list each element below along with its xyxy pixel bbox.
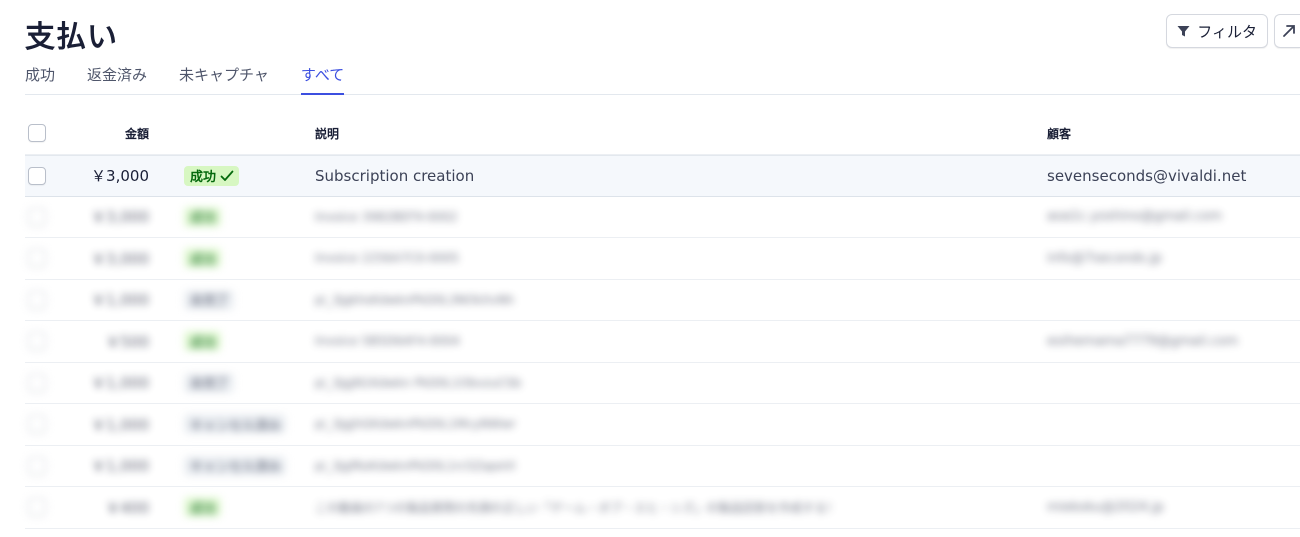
tab-refunded[interactable]: 返金済み [87, 60, 147, 95]
header-amount[interactable]: 金額 [125, 125, 149, 142]
header-customer[interactable]: 顧客 [1047, 125, 1071, 142]
tab-uncaptured[interactable]: 未キャプチャ [179, 60, 269, 95]
row-checkbox[interactable] [28, 373, 46, 392]
amount-value: ￥1,000 [91, 457, 149, 476]
amount-value: ￥3,000 [91, 167, 149, 186]
status-label: 成功 [190, 170, 217, 186]
amount-value: ￥500 [105, 332, 149, 351]
table-row[interactable]: ￥400 成功 この動画の7つの製品質問の先頭の正しい「ゲーム・ボブ・エヒ・シズ」の… [25, 487, 1300, 529]
table-header: 金額 説明 顧客 [25, 112, 1300, 155]
tab-all[interactable]: すべて [300, 60, 345, 95]
page-title: 支払い [25, 20, 118, 55]
status-badge: キャンセル済み [184, 414, 287, 435]
status-badge: キャンセル済み [184, 455, 287, 476]
arrow-up-right-icon [1281, 23, 1297, 39]
table-row[interactable]: ￥1,000 未完了 pi_3JgjN1Kdwkn PkD0L1ObvzuCSb [25, 363, 1300, 404]
row-checkbox[interactable] [28, 415, 46, 434]
row-checkbox[interactable] [28, 332, 46, 351]
table-row[interactable]: ￥1,000 キャンセル済み pi_3JgjhGKdwknPkD0L1McyNWwr [25, 404, 1300, 446]
table-row[interactable]: ￥3,000 成功 Subscription creation sevensec… [25, 155, 1300, 197]
blurred-rows: ￥3,000 成功 Invoice 3982BEF9-0002 aoa1c.yoshi… [25, 197, 1300, 529]
status-badge: 成功 [184, 331, 222, 352]
status-badge: 成功 [184, 248, 222, 269]
table-row[interactable]: ￥1,000 未完了 pi_3JgkhsKdwknPkD0L3NOkXvNh [25, 280, 1300, 321]
filter-icon [1177, 25, 1190, 38]
filter-label: フィルタ [1197, 22, 1257, 41]
filter-button[interactable]: フィルタ [1166, 14, 1268, 48]
select-all-checkbox[interactable] [28, 124, 46, 142]
description-value: Invoice 2256A7C0-0005 [315, 251, 459, 266]
status-badge: 成功 [184, 165, 240, 186]
amount-value: ￥3,000 [91, 249, 149, 268]
customer-value: eoihemama7779@gmail.com [1047, 333, 1239, 349]
amount-value: ￥1,000 [91, 374, 149, 393]
description-value: pi_3JgfKoKdwknPkD0L1rc5ZapeVi [315, 458, 516, 473]
customer-value: miekoku@2024.jp [1047, 499, 1164, 515]
description-value: Subscription creation [315, 166, 475, 185]
tab-bar: 成功 返金済み 未キャプチャ すべて [25, 60, 1300, 95]
amount-value: ￥400 [105, 498, 149, 517]
description-value: pi_3JgkhsKdwknPkD0L3NOkXvNh [315, 292, 515, 307]
row-checkbox[interactable] [28, 166, 46, 185]
table-row[interactable]: ￥500 成功 Invoice 5B5D6AF4-0004 eoihemama7779… [25, 321, 1300, 363]
header-description[interactable]: 説明 [315, 125, 339, 142]
table-row[interactable]: ￥1,000 キャンセル済み pi_3JgfKoKdwknPkD0L1rc5Zape… [25, 446, 1300, 487]
toolbar: フィルタ [1166, 14, 1300, 48]
amount-value: ￥1,000 [91, 415, 149, 434]
status-badge: 未完了 [184, 372, 235, 393]
description-value: Invoice 5B5D6AF4-0004 [315, 334, 460, 349]
status-badge: 成功 [184, 206, 222, 227]
customer-value: aoa1c.yoshino@gmail.com [1047, 209, 1222, 225]
customer-value: info@7seconds.jp [1047, 250, 1162, 266]
description-value: この動画の7つの製品質問の先頭の正しい「ゲーム・ボブ・エヒ・シズ」の製品回答を作… [315, 500, 839, 515]
check-icon [220, 170, 234, 181]
amount-value: ￥3,000 [91, 208, 149, 227]
table-row[interactable]: ￥3,000 成功 Invoice 3982BEF9-0002 aoa1c.yoshi… [25, 197, 1300, 238]
description-value: pi_3JgjN1Kdwkn PkD0L1ObvzuCSb [315, 375, 522, 390]
status-badge: 未完了 [184, 289, 235, 310]
row-checkbox[interactable] [28, 207, 46, 226]
row-checkbox[interactable] [28, 456, 46, 475]
row-checkbox[interactable] [28, 290, 46, 309]
row-checkbox[interactable] [28, 249, 46, 268]
tab-succeeded[interactable]: 成功 [25, 60, 55, 95]
description-value: Invoice 3982BEF9-0002 [315, 209, 458, 224]
row-checkbox[interactable] [28, 498, 46, 517]
export-button[interactable] [1274, 14, 1300, 48]
table-row[interactable]: ￥3,000 成功 Invoice 2256A7C0-0005 info@7secon… [25, 238, 1300, 280]
status-badge: 成功 [184, 497, 222, 518]
payments-table: 金額 説明 顧客 ￥3,000 成功 Subscription creation… [25, 112, 1300, 529]
amount-value: ￥1,000 [91, 291, 149, 310]
description-value: pi_3JgjhGKdwknPkD0L1McyNWwr [315, 417, 516, 432]
customer-value: sevenseconds@vivaldi.net [1047, 166, 1247, 185]
